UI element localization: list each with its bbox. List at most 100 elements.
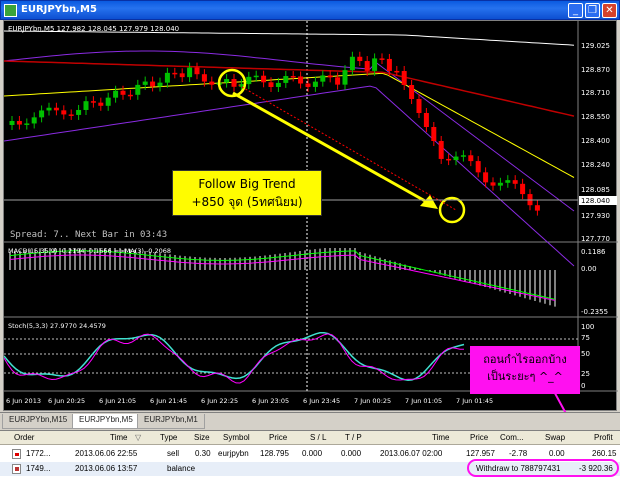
col-time[interactable]: Time — [110, 431, 127, 445]
candle-body — [201, 74, 207, 82]
col-close-price[interactable]: Price — [470, 431, 488, 445]
candle-body — [409, 85, 415, 99]
candle-body — [423, 113, 429, 127]
time-tick: 6 Jun 23:45 — [303, 397, 340, 405]
chart-header-text: EURJPYbn,M5 127.982 128.045 127.979 128.… — [8, 25, 179, 33]
window-title: EURJPYbn,M5 — [21, 4, 97, 15]
candle-body — [283, 76, 289, 83]
candle-body — [164, 72, 170, 83]
candle-body — [194, 67, 200, 75]
candle-body — [446, 158, 452, 161]
price-tick: 128.085 — [581, 186, 610, 194]
col-price[interactable]: Price — [269, 431, 287, 445]
col-tp[interactable]: T / P — [345, 431, 362, 445]
candle-body — [150, 81, 156, 87]
time-axis: 6 Jun 2013 6 Jun 20:25 6 Jun 21:05 6 Jun… — [6, 397, 493, 405]
stoch-label: Stoch(5,3,3) 27.9770 24.4579 — [8, 322, 106, 330]
macd-histogram — [9, 248, 556, 307]
withdraw-note-line1: ถอนกำไรออกบ้าง — [483, 353, 567, 366]
candle-body — [142, 81, 148, 85]
candle-body — [483, 172, 489, 183]
candle-body — [379, 58, 385, 60]
window-titlebar: EURJPYbn,M5 _ ❐ ✕ — [0, 0, 620, 20]
price-tick: 127.930 — [581, 212, 610, 220]
macd-ma-line — [9, 254, 556, 301]
candle-body — [157, 82, 163, 87]
time-tick: 6 Jun 20:25 — [48, 397, 85, 405]
col-swap[interactable]: Swap — [545, 431, 565, 445]
time-tick: 6 Jun 23:05 — [252, 397, 289, 405]
candle-body — [475, 161, 481, 173]
spread-text: Spread: 7.. Next Bar in 03:43 — [10, 230, 167, 240]
candle-body — [31, 117, 37, 124]
candle-body — [275, 82, 281, 87]
price-tick: 127.770 — [581, 235, 610, 243]
cell-sl: 0.000 — [302, 449, 323, 458]
chart-area[interactable]: EURJPYbn,M5 127.982 128.045 127.979 128.… — [3, 20, 618, 412]
minimize-button[interactable]: _ — [568, 3, 583, 18]
stoch-tick: 75 — [581, 334, 590, 342]
stoch-tick: 0 — [581, 382, 585, 390]
time-tick: 6 Jun 2013 — [6, 397, 41, 405]
candle-body — [372, 58, 378, 71]
col-order[interactable]: Order — [14, 431, 34, 445]
time-tick: 6 Jun 22:25 — [201, 397, 238, 405]
candle-body — [364, 61, 370, 71]
candle-body — [335, 77, 341, 85]
candle-body — [438, 141, 444, 159]
col-commission[interactable]: Com... — [500, 431, 524, 445]
candle-body — [416, 99, 422, 113]
time-tick: 7 Jun 01:05 — [405, 397, 442, 405]
indicator-line — [4, 30, 575, 46]
stoch-tick: 100 — [581, 323, 594, 331]
price-tick: 128.400 — [581, 137, 610, 145]
candle-body — [76, 109, 82, 115]
col-sl[interactable]: S / L — [310, 431, 326, 445]
cell-order: 1749... — [26, 464, 51, 473]
cell-size: 0.30 — [195, 449, 211, 458]
col-profit[interactable]: Profit — [594, 431, 613, 445]
candle-body — [127, 94, 133, 97]
price-tick: 128.240 — [581, 161, 610, 169]
cell-close-time: 2013.06.07 02:00 — [380, 449, 443, 458]
time-tick: 6 Jun 21:45 — [150, 397, 187, 405]
candle-body — [534, 205, 540, 211]
time-tick: 7 Jun 01:45 — [456, 397, 493, 405]
withdraw-note-box: ถอนกำไรออกบ้าง เป็นระยะๆ ^_^ — [470, 346, 580, 394]
tab-eurjpybn-m1[interactable]: EURJPYbn,M1 — [137, 414, 205, 429]
col-symbol[interactable]: Symbol — [223, 431, 250, 445]
candle-body — [120, 90, 126, 95]
tab-eurjpybn-m5[interactable]: EURJPYbn,M5 — [72, 414, 140, 429]
candle-body — [298, 76, 304, 84]
candle-body — [24, 123, 30, 125]
macd-tick: -0.2355 — [581, 308, 608, 316]
close-button[interactable]: ✕ — [602, 3, 617, 18]
candle-body — [9, 121, 15, 125]
cell-type: balance — [167, 464, 196, 473]
restore-button[interactable]: ❐ — [585, 3, 600, 18]
macd-signal-line — [9, 250, 556, 300]
candle-body — [468, 155, 474, 162]
indicator-line — [4, 60, 575, 117]
trend-annotation-box: Follow Big Trend +850 จุด (5ทศนิยม) — [172, 170, 322, 216]
candle-body — [349, 56, 355, 71]
annotation-line1: Follow Big Trend — [198, 177, 296, 191]
tab-eurjpybn-m15[interactable]: EURJPYbn,M15 — [2, 414, 75, 429]
candle-body — [53, 107, 59, 111]
exit-circle — [438, 196, 466, 224]
candle-body — [290, 76, 296, 78]
candle-body — [394, 70, 400, 73]
balance-icon — [12, 464, 21, 474]
candle-body — [90, 101, 96, 103]
chart-window-icon — [4, 4, 17, 17]
price-axis: 129.025 128.870 128.710 128.550 128.400 … — [579, 42, 617, 390]
col-close-time[interactable]: Time — [432, 431, 449, 445]
col-type[interactable]: Type — [160, 431, 177, 445]
candle-body — [172, 72, 178, 75]
candle-body — [113, 90, 119, 98]
cell-order: 1772... — [26, 449, 51, 458]
current-price-tick: 128.040 — [581, 197, 610, 205]
col-size[interactable]: Size — [194, 431, 210, 445]
candle-body — [98, 102, 104, 106]
candle-body — [305, 83, 311, 87]
